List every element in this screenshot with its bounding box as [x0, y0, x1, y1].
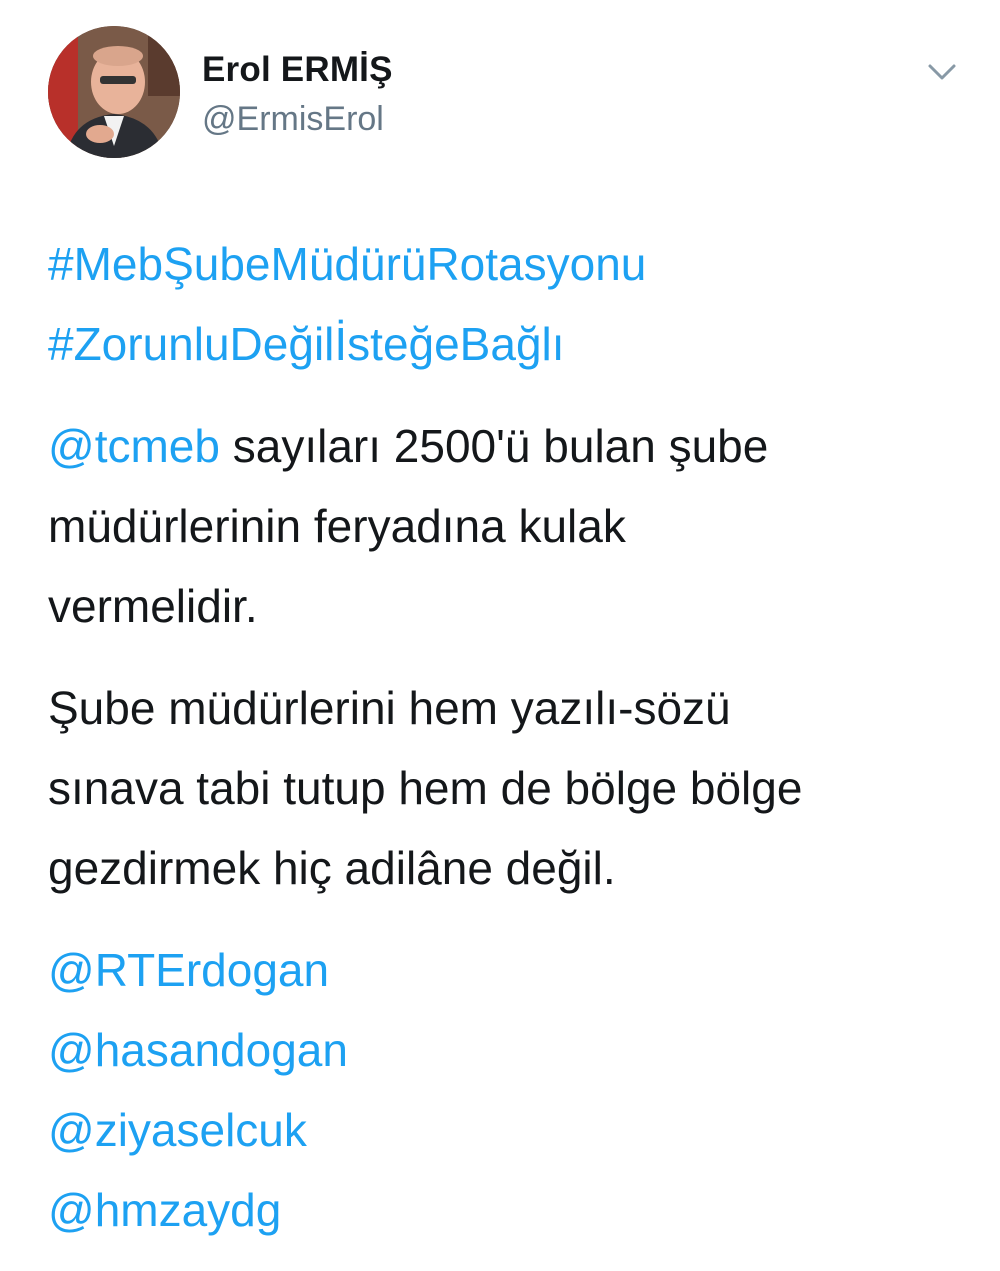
profile-photo	[48, 26, 180, 158]
mention-link[interactable]: @RTErdogan	[48, 930, 948, 1010]
hashtag-link[interactable]: #MebŞubeMüdürüRotasyonu	[48, 224, 948, 304]
user-handle[interactable]: @ErmisErol	[202, 100, 384, 139]
mention-block: @RTErdogan @hasandogan @ziyaselcuk @hmza…	[48, 930, 948, 1250]
avatar[interactable]	[48, 26, 180, 158]
tweet-text: #MebŞubeMüdürüRotasyonu #ZorunluDeğilİst…	[48, 224, 948, 1250]
hashtag-block: #MebŞubeMüdürüRotasyonu #ZorunluDeğilİst…	[48, 224, 948, 384]
text-line: sınava tabi tutup hem de bölge bölge	[48, 762, 803, 814]
text-line: Şube müdürlerini hem yazılı-sözü	[48, 682, 731, 734]
text-line: gezdirmek hiç adilâne değil.	[48, 842, 616, 894]
mention-link[interactable]: @hmzaydg	[48, 1170, 948, 1250]
text-line: vermelidir.	[48, 580, 258, 632]
mention-link[interactable]: @hasandogan	[48, 1010, 948, 1090]
text-line: @tcmeb sayıları 2500'ü bulan şube	[48, 406, 948, 486]
paragraph: @tcmeb sayıları 2500'ü bulan şube müdürl…	[48, 406, 948, 646]
mention-link[interactable]: @tcmeb	[48, 420, 220, 472]
text-line: müdürlerinin feryadına kulak	[48, 500, 626, 552]
text-segment: sayıları 2500'ü bulan şube	[219, 420, 769, 472]
tweet: Erol ERMİŞ @ErmisErol #MebŞubeMüdürüRota…	[0, 0, 1000, 1271]
mention-link[interactable]: @ziyaselcuk	[48, 1090, 948, 1170]
hashtag-link[interactable]: #ZorunluDeğilİsteğeBağlı	[48, 304, 948, 384]
paragraph: Şube müdürlerini hem yazılı-sözü sınava …	[48, 668, 948, 908]
chevron-down-icon[interactable]	[922, 58, 962, 86]
display-name[interactable]: Erol ERMİŞ	[202, 50, 393, 90]
